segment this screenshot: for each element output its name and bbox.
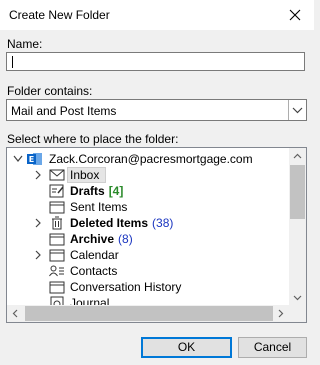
folder-icon [49, 280, 65, 294]
tree-row-contacts[interactable]: Contacts [7, 263, 289, 279]
tree-item-label: Deleted Items (38) [70, 216, 174, 230]
tree-row-deleted-items[interactable]: Deleted Items (38) [7, 215, 289, 231]
tree-row-conversation-history[interactable]: Conversation History [7, 279, 289, 295]
tree-item-label: Contacts [70, 264, 118, 278]
expand-icon[interactable] [33, 169, 43, 181]
item-count: [4] [108, 184, 124, 198]
close-button[interactable] [284, 4, 306, 26]
name-input[interactable] [7, 53, 304, 70]
tree-item-label: Drafts [4] [70, 184, 124, 198]
folder-contains-dropdown[interactable]: Mail and Post Items [6, 99, 307, 121]
folder-contains-value: Mail and Post Items [11, 104, 117, 118]
tree-item-label: Inbox [70, 168, 100, 182]
drafts-icon [49, 184, 65, 198]
vertical-scroll-thumb[interactable] [290, 165, 305, 219]
tree-row-sent-items[interactable]: Sent Items [7, 199, 289, 215]
chevron-down-icon [292, 107, 303, 114]
exchange-account-icon: E [27, 152, 43, 166]
tree-item-label: Sent Items [70, 200, 128, 214]
title-bar: Create New Folder [0, 0, 314, 30]
close-icon [289, 9, 301, 21]
contacts-icon [49, 264, 65, 278]
dropdown-button[interactable] [288, 100, 306, 120]
horizontal-scroll-thumb[interactable] [25, 306, 273, 321]
tree-item-label: Archive (8) [70, 232, 133, 246]
name-field[interactable] [6, 52, 305, 71]
item-count: (38) [152, 216, 174, 230]
calendar-icon [49, 248, 65, 262]
tree-row-archive[interactable]: Archive (8) [7, 231, 289, 247]
folder-tree[interactable]: E Zack.Corcoran@pacresmortgage.com Inbox… [6, 147, 307, 323]
folder-icon [49, 200, 65, 214]
svg-text:E: E [29, 155, 34, 164]
scroll-left-icon[interactable] [7, 305, 24, 322]
scrollbar-corner [289, 305, 306, 322]
text-caret [12, 56, 13, 68]
folder-contains-label: Folder contains: [7, 84, 93, 98]
cancel-button[interactable]: Cancel [238, 337, 307, 358]
select-location-label: Select where to place the folder: [7, 132, 179, 146]
item-count: (8) [118, 232, 133, 246]
tree-row-account[interactable]: E Zack.Corcoran@pacresmortgage.com [7, 151, 289, 167]
account-name: Zack.Corcoran@pacresmortgage.com [49, 152, 253, 166]
tree-item-label: Conversation History [70, 280, 182, 294]
expand-icon[interactable] [33, 249, 43, 261]
tree-row-calendar[interactable]: Calendar [7, 247, 289, 263]
vertical-scrollbar[interactable] [289, 148, 306, 306]
horizontal-scrollbar[interactable] [7, 305, 289, 322]
envelope-icon [49, 168, 65, 182]
scroll-down-icon[interactable] [289, 289, 306, 306]
tree-row-inbox[interactable]: Inbox [7, 167, 289, 183]
expand-icon[interactable] [33, 217, 43, 229]
collapse-icon[interactable] [13, 153, 23, 165]
ok-button[interactable]: OK [141, 337, 232, 358]
dialog-title: Create New Folder [9, 8, 110, 22]
trash-icon [49, 216, 65, 230]
tree-item-label: Calendar [70, 248, 119, 262]
scroll-up-icon[interactable] [289, 148, 306, 165]
name-label: Name: [7, 37, 43, 51]
folder-icon [49, 232, 65, 246]
tree-row-drafts[interactable]: Drafts [4] [7, 183, 289, 199]
scroll-right-icon[interactable] [272, 305, 289, 322]
